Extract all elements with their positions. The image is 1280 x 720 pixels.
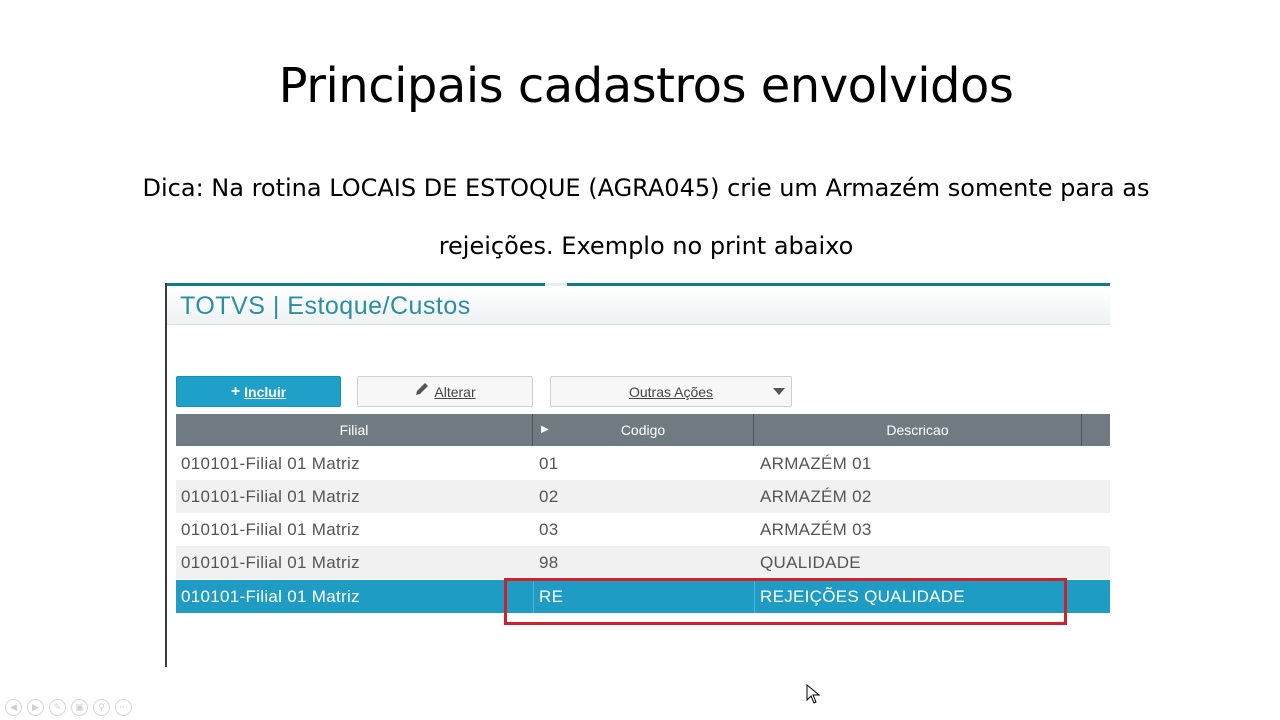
cell-codigo: 03 (539, 520, 559, 539)
mouse-cursor-icon (806, 683, 821, 709)
cell-codigo: 01 (539, 454, 559, 473)
outras-acoes-dropdown[interactable]: Outras Ações (550, 376, 792, 407)
slides-icon[interactable]: ▣ (71, 699, 88, 716)
incluir-label: Incluir (244, 383, 287, 400)
alterar-button[interactable]: Alterar (357, 376, 533, 407)
cell-descricao: ARMAZÉM 01 (760, 454, 872, 473)
column-header-filial[interactable]: Filial (176, 414, 533, 446)
cell-descricao: QUALIDADE (760, 553, 861, 572)
cell-descricao: ARMAZÉM 03 (760, 520, 872, 539)
next-icon[interactable]: ▶ (27, 699, 44, 716)
cell-filial: 010101-Filial 01 Matriz (181, 487, 360, 506)
tip-line-1: Dica: Na rotina LOCAIS DE ESTOQUE (AGRA0… (142, 174, 1150, 202)
cell-filial: 010101-Filial 01 Matriz (181, 520, 360, 539)
table-row[interactable]: 010101-Filial 01 Matriz 02 ARMAZÉM 02 (176, 480, 1110, 513)
highlight-box (504, 578, 1067, 625)
cell-filial: 010101-Filial 01 Matriz (181, 587, 360, 606)
slideshow-controls: ◀ ▶ ✎ ▣ ⚲ ⋯ (5, 699, 132, 716)
chevron-down-icon (773, 388, 785, 395)
table-row[interactable]: 010101-Filial 01 Matriz 03 ARMAZÉM 03 (176, 513, 1110, 546)
app-title: TOTVS | Estoque/Custos (180, 292, 471, 320)
pencil-icon (414, 381, 430, 402)
cell-filial: 010101-Filial 01 Matriz (181, 454, 360, 473)
more-icon[interactable]: ⋯ (115, 699, 132, 716)
alterar-label: Alterar (434, 383, 476, 400)
cell-codigo: 98 (539, 553, 559, 572)
app-header: TOTVS | Estoque/Custos (167, 286, 1110, 325)
cell-filial: 010101-Filial 01 Matriz (181, 553, 360, 572)
tip-line-2: rejeições. Exemplo no print abaixo (438, 232, 854, 260)
pen-icon[interactable]: ✎ (49, 699, 66, 716)
slide-title: Principais cadastros envolvidos (278, 58, 1014, 114)
plus-icon: + (230, 382, 241, 400)
column-header-codigo[interactable]: ▶ Codigo (533, 414, 754, 446)
table-row[interactable]: 010101-Filial 01 Matriz 01 ARMAZÉM 01 (176, 447, 1110, 480)
sort-arrow-icon: ▶ (541, 424, 549, 435)
outras-acoes-label: Outras Ações (628, 383, 714, 400)
column-header-codigo-label: Codigo (620, 422, 666, 438)
table-row[interactable]: 010101-Filial 01 Matriz 98 QUALIDADE (176, 546, 1110, 579)
column-header-extra (1082, 414, 1110, 446)
previous-icon[interactable]: ◀ (5, 699, 22, 716)
zoom-icon[interactable]: ⚲ (93, 699, 110, 716)
cell-descricao: ARMAZÉM 02 (760, 487, 872, 506)
incluir-button[interactable]: + Incluir (176, 376, 341, 407)
column-header-descricao[interactable]: Descricao (754, 414, 1082, 446)
cell-codigo: 02 (539, 487, 559, 506)
grid-header: Filial ▶ Codigo Descricao (176, 414, 1110, 446)
